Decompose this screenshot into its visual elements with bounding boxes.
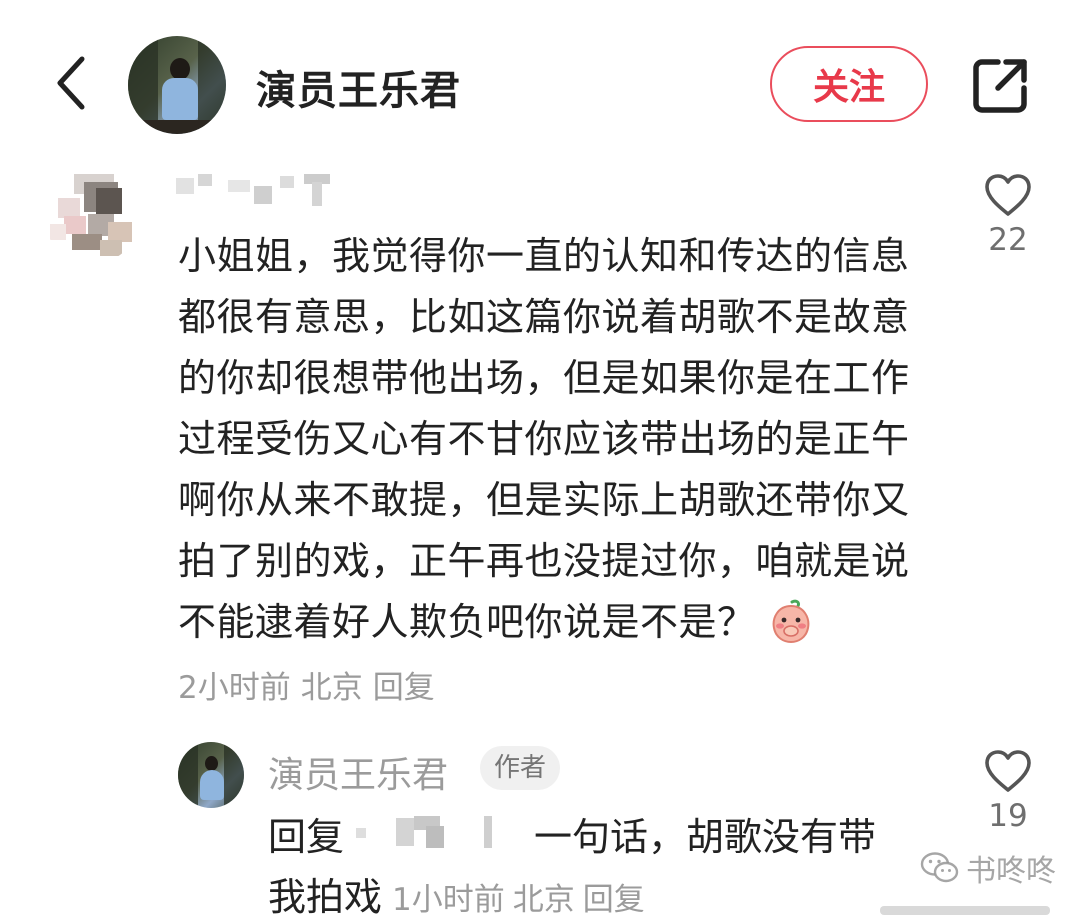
share-icon <box>973 59 1027 113</box>
wechat-icon <box>920 852 959 883</box>
reply-text-part2: 我拍戏 <box>268 875 383 919</box>
commenter-avatar[interactable] <box>44 168 140 264</box>
reply-like-count: 19 <box>988 798 1028 834</box>
comment-like-button[interactable]: 22 <box>968 172 1048 258</box>
comment-text: 小姐姐，我觉得你一直的认知和传达的信息 都很有意思，比如这篇你说着胡歌不是故意 … <box>178 226 948 653</box>
reply-reply-link[interactable]: 回复 <box>583 882 645 918</box>
reply-author-name[interactable]: 演员王乐君 <box>268 746 448 798</box>
comment-line: 不能逮着好人欺负吧你说是不是？ <box>178 600 756 644</box>
chevron-left-icon <box>57 56 85 110</box>
commenter-username-blurred[interactable] <box>176 172 336 206</box>
watermark-strip <box>860 900 1060 915</box>
shy-peach-emoji-icon <box>772 599 809 643</box>
reply-author-avatar[interactable] <box>178 742 244 808</box>
author-avatar[interactable] <box>128 36 226 134</box>
watermark-text: 书咚咚 <box>966 854 1056 889</box>
share-button[interactable] <box>966 50 1036 120</box>
reply-meta: 1小时前 北京 回复 <box>392 882 653 918</box>
comment-time: 2小时前 <box>178 670 291 706</box>
back-button[interactable] <box>40 48 100 118</box>
follow-button[interactable]: 关注 <box>770 46 928 122</box>
comment-line: 拍了别的戏，正午再也没提过你，咱就是说 <box>178 539 910 583</box>
heart-outline-icon <box>985 750 1031 792</box>
author-name[interactable]: 演员王乐君 <box>256 58 461 116</box>
reply-line-2: 我拍戏 1小时前 北京 回复 <box>268 866 653 921</box>
comment-line: 过程受伤又心有不甘你应该带出场的是正午 <box>178 417 910 461</box>
comment-location: 北京 <box>300 670 363 706</box>
comment-line: 小姐姐，我觉得你一直的认知和传达的信息 <box>178 234 910 278</box>
comment-like-count: 22 <box>988 222 1028 258</box>
watermark: 书咚咚 <box>920 846 1056 890</box>
comment-reply-link[interactable]: 回复 <box>373 670 435 706</box>
comment-line: 啊你从来不敢提，但是实际上胡歌还带你又 <box>178 478 910 522</box>
reply-mention-blurred[interactable] <box>356 814 506 850</box>
author-badge: 作者 <box>480 746 561 790</box>
comment-line-last: 不能逮着好人欺负吧你说是不是？ <box>178 592 948 653</box>
heart-outline-icon <box>985 174 1031 216</box>
top-bar: 演员王乐君 关注 <box>0 0 1080 160</box>
reply-text-part1: 一句话，胡歌没有带 <box>534 815 877 859</box>
reply-location: 北京 <box>512 882 575 918</box>
reply-like-button[interactable]: 19 <box>968 748 1048 834</box>
comment-meta: 2小时前 北京 回复 <box>178 662 445 707</box>
reply-time: 1小时前 <box>392 882 505 918</box>
reply-prefix: 回复 <box>268 815 345 859</box>
comment-line: 都很有意思，比如这篇你说着胡歌不是故意 <box>178 295 910 339</box>
comment-line: 的你却很想带他出场，但是如果你是在工作 <box>178 356 910 400</box>
